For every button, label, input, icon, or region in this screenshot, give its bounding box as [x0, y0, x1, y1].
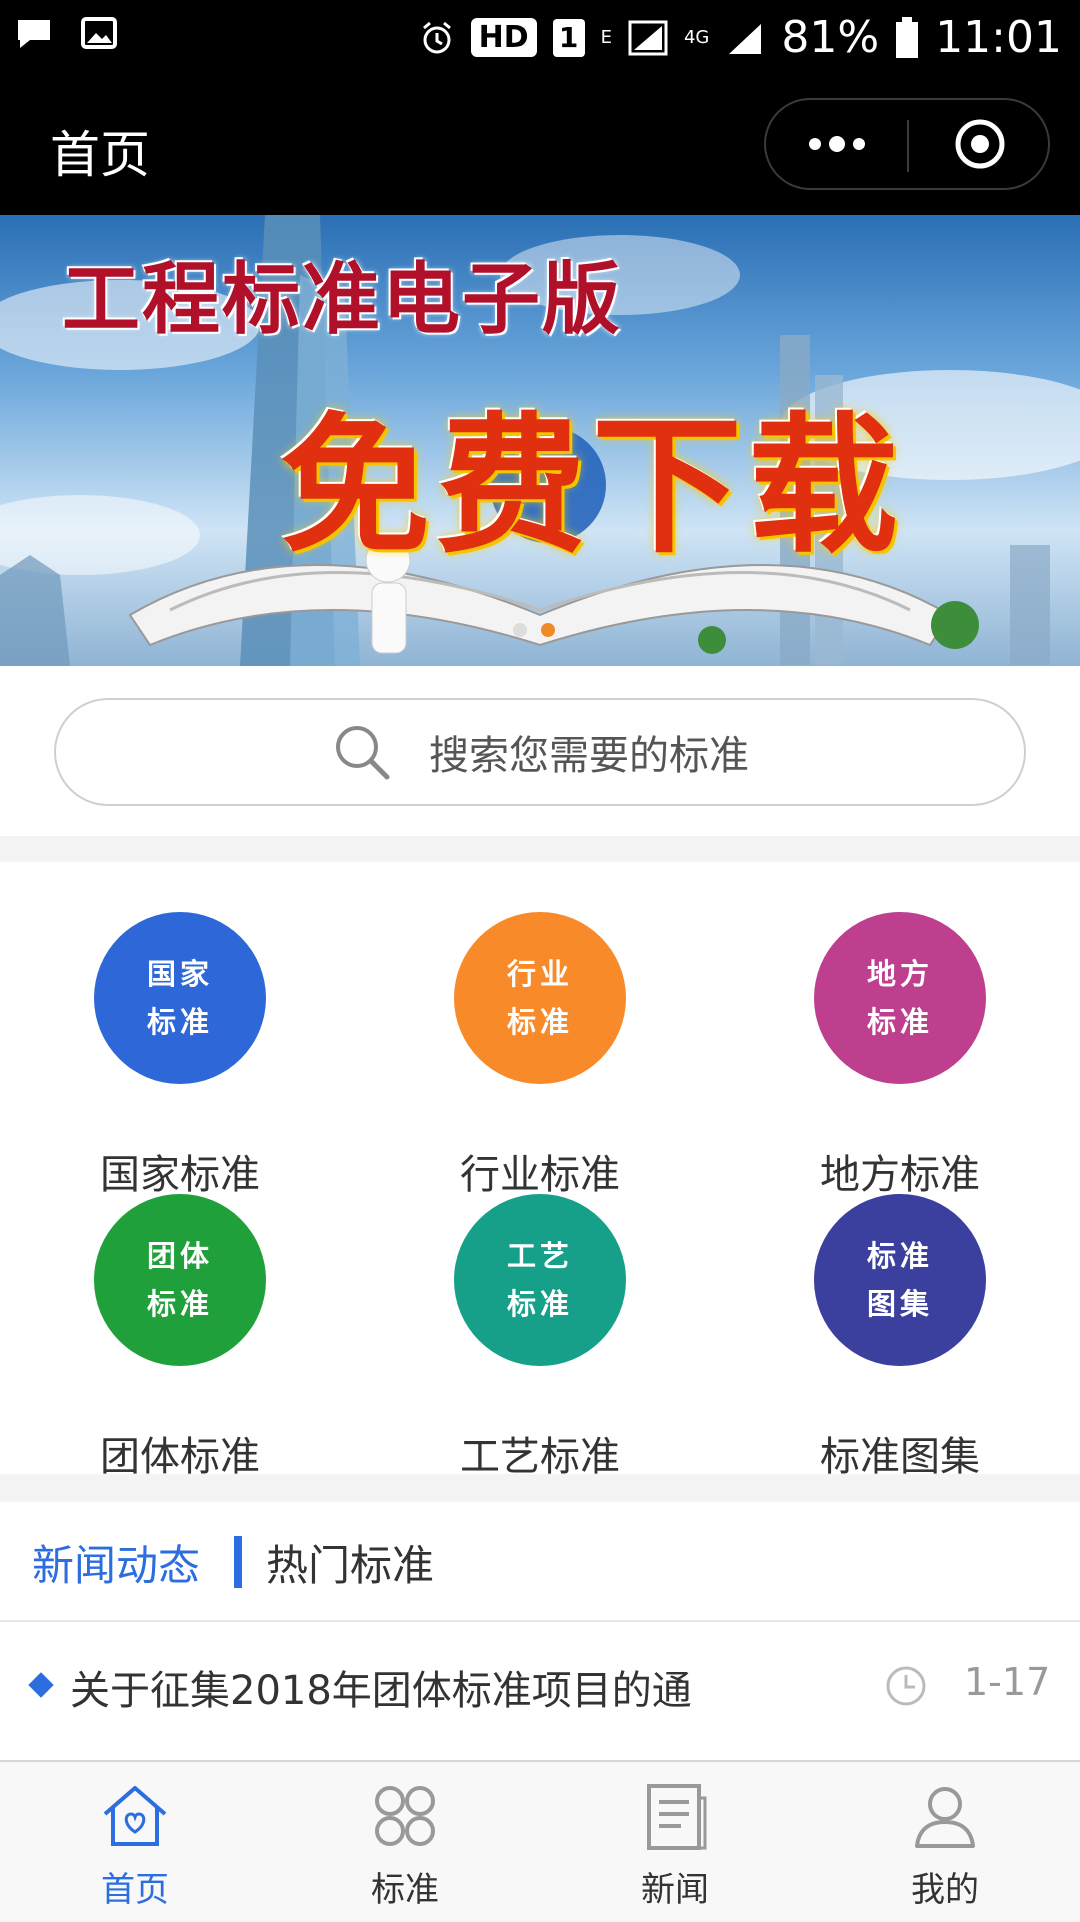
category-label: 国家标准: [100, 1152, 260, 1198]
bottom-tab-bar: 首页 标准 新闻 我的: [0, 1760, 1080, 1920]
category-label: 工艺标准: [460, 1434, 620, 1480]
hd-badge: HD: [470, 18, 537, 57]
national-standard-icon: 国家 标准: [94, 912, 266, 1084]
carousel-dot[interactable]: [513, 623, 527, 637]
icon-text-line2: 标准: [146, 1287, 213, 1321]
notification-icons: [14, 14, 118, 54]
page-title: 首页: [50, 126, 150, 184]
icon-text-line1: 国家: [146, 957, 213, 991]
search-icon: [336, 726, 390, 780]
icon-text-line2: 标准: [506, 1287, 573, 1321]
news-date: 1-17: [964, 1660, 1051, 1704]
tabbar-label-home: 首页: [101, 1870, 169, 1910]
tabbar-item-news[interactable]: 新闻: [540, 1762, 810, 1922]
user-icon: [915, 1787, 975, 1848]
icon-text-line1: 标准: [866, 1239, 933, 1273]
icon-text-line2: 标准: [866, 1005, 933, 1039]
close-miniprogram-button[interactable]: [909, 100, 1050, 188]
search-section: 搜索您需要的标准: [0, 666, 1080, 836]
banner-title: 工程标准电子版: [62, 255, 623, 345]
icon-text-line1: 工艺: [506, 1239, 573, 1273]
standard-atlas-icon: 标准 图集: [814, 1194, 986, 1366]
news-section: 新闻动态 热门标准 关于征集2018年团体标准项目的通 1-17: [0, 1502, 1080, 1760]
signal-icon: [628, 20, 668, 55]
target-close-icon: [955, 119, 1004, 169]
icon-text-line1: 行业: [506, 957, 573, 991]
category-label: 地方标准: [820, 1152, 980, 1198]
status-bar: HD 1 E 4G 81% 11:01: [0, 0, 1080, 75]
tabbar-label-news: 新闻: [641, 1870, 709, 1910]
group-standard-icon: 团体 标准: [94, 1194, 266, 1366]
clock-time: 11:01: [935, 12, 1062, 63]
news-icon: [647, 1784, 707, 1850]
carousel-dot-active[interactable]: [541, 623, 555, 637]
category-label: 行业标准: [460, 1152, 620, 1198]
network-4g-label: 4G: [683, 27, 710, 48]
clock-icon: [886, 1666, 926, 1706]
category-local[interactable]: 地方 标准 地方标准: [764, 912, 1004, 1198]
category-label: 团体标准: [100, 1434, 260, 1480]
more-dots-icon: [808, 136, 865, 152]
message-icon: [18, 20, 50, 48]
banner-subtitle: 免费下载: [280, 400, 905, 574]
grid-icon: [375, 1786, 435, 1846]
title-bar: 首页: [0, 75, 1080, 215]
search-input[interactable]: 搜索您需要的标准: [54, 698, 1026, 806]
tabbar-item-mine[interactable]: 我的: [810, 1762, 1080, 1922]
network-e-label: E: [600, 27, 612, 48]
category-process[interactable]: 工艺 标准 工艺标准: [404, 1194, 644, 1480]
icon-text-line2: 标准: [146, 1005, 213, 1039]
icon-text-line1: 团体: [146, 1239, 213, 1273]
home-icon: [103, 1786, 167, 1846]
tabbar-item-home[interactable]: 首页: [0, 1762, 270, 1922]
bullet-diamond-icon: [28, 1672, 54, 1698]
news-list-item[interactable]: 关于征集2018年团体标准项目的通 1-17: [0, 1622, 1080, 1760]
battery-icon: [896, 16, 919, 58]
icon-text-line2: 标准: [506, 1005, 573, 1039]
tabbar-label-mine: 我的: [911, 1870, 979, 1910]
icon-text-line2: 图集: [866, 1287, 933, 1321]
local-standard-icon: 地方 标准: [814, 912, 986, 1084]
news-tabs: 新闻动态 热门标准: [0, 1502, 1080, 1622]
industry-standard-icon: 行业 标准: [454, 912, 626, 1084]
sim-badge: 1: [552, 18, 585, 57]
category-group[interactable]: 团体 标准 团体标准: [44, 1194, 284, 1480]
category-grid: 国家 标准 国家标准 行业 标准 行业标准 地方 标准 地方标准 团体 标准 团…: [0, 862, 1080, 1480]
process-standard-icon: 工艺 标准: [454, 1194, 626, 1366]
category-national[interactable]: 国家 标准 国家标准: [44, 912, 284, 1198]
category-industry[interactable]: 行业 标准 行业标准: [404, 912, 644, 1198]
more-button[interactable]: [766, 100, 907, 188]
tabbar-label-standards: 标准: [371, 1870, 439, 1910]
tabbar-item-standards[interactable]: 标准: [270, 1762, 540, 1922]
category-label: 标准图集: [820, 1434, 980, 1480]
signal-4g-icon: [729, 23, 762, 54]
icon-text-line1: 地方: [866, 957, 933, 991]
menu-capsule: [764, 98, 1050, 190]
battery-percent: 81%: [781, 12, 880, 63]
alarm-icon: [422, 21, 451, 53]
tab-divider: [234, 1536, 242, 1588]
news-title: 关于征集2018年团体标准项目的通: [70, 1668, 692, 1714]
search-placeholder: 搜索您需要的标准: [429, 733, 749, 779]
carousel-indicators: [513, 623, 555, 637]
image-icon: [81, 17, 117, 49]
tab-news[interactable]: 新闻动态: [32, 1532, 200, 1593]
promo-banner[interactable]: 工程标准电子版 免费下载: [0, 215, 1080, 666]
category-atlas[interactable]: 标准 图集 标准图集: [764, 1194, 1004, 1480]
tab-hot-standards[interactable]: 热门标准: [266, 1532, 434, 1593]
